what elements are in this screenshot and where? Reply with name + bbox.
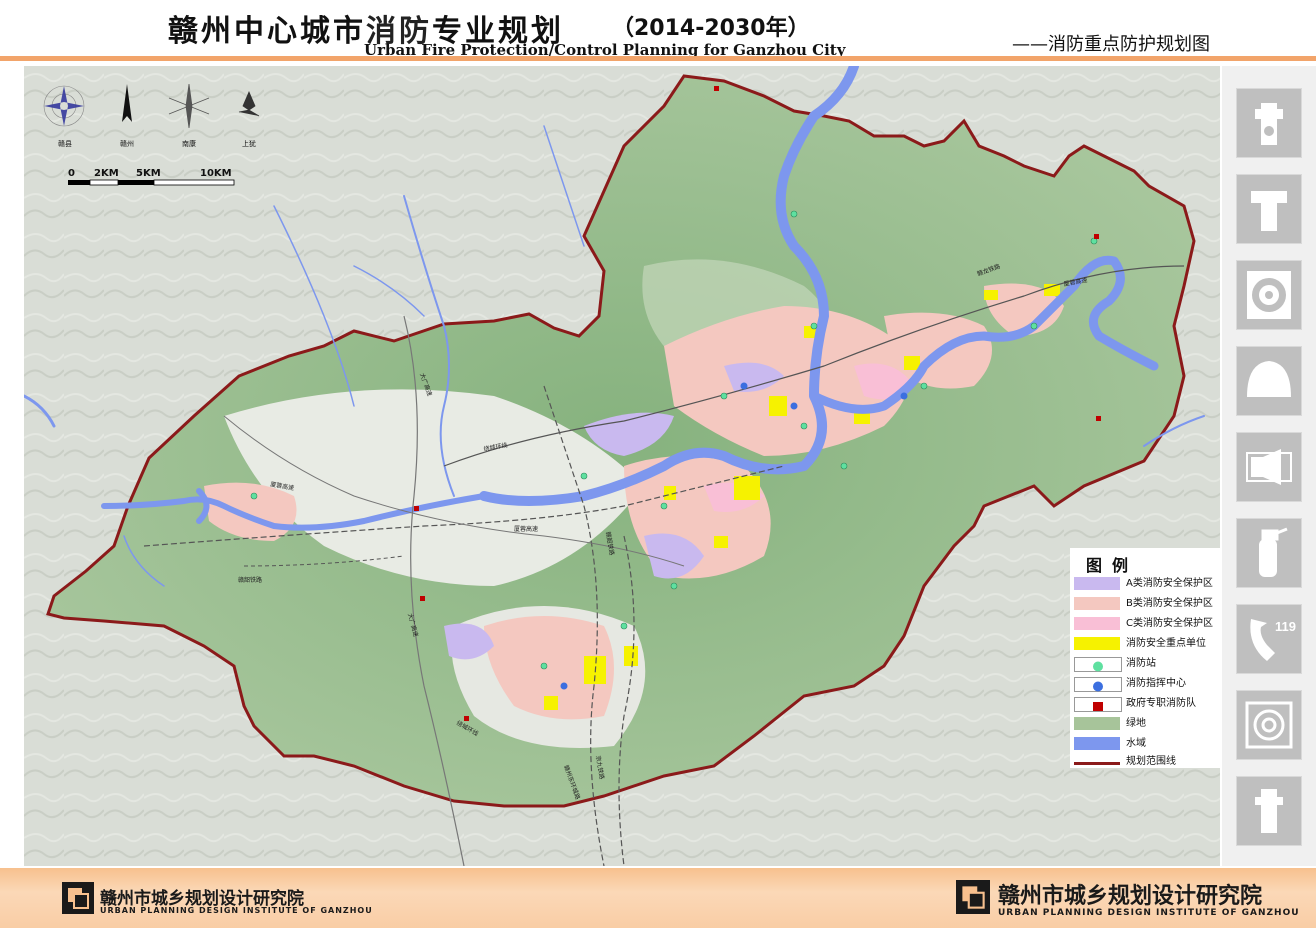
- legend-swatch: [1074, 617, 1120, 630]
- legend-swatch: [1074, 637, 1120, 650]
- legend-label: 消防指挥中心: [1126, 678, 1186, 689]
- footer-left-name-en: URBAN PLANNING DESIGN INSTITUTE OF GANZH…: [100, 906, 373, 915]
- institute-logo-icon-right: [956, 880, 990, 914]
- legend-swatch: [1074, 737, 1120, 750]
- legend-item-water: 水域: [1074, 736, 1220, 752]
- legend-item-a-zone: A类消防安全保护区: [1074, 576, 1220, 592]
- road-label: 厦蓉高速: [514, 525, 538, 533]
- legend-title: 图例: [1086, 556, 1139, 575]
- legend-item-c-zone: C类消防安全保护区: [1074, 616, 1220, 632]
- compass-label-2: 赣州: [120, 139, 134, 148]
- legend-label: 消防安全重点单位: [1126, 638, 1206, 649]
- hose-coil-icon: [1236, 690, 1302, 760]
- legend-item-command-center: 消防指挥中心: [1074, 676, 1220, 692]
- legend-label: 绿地: [1126, 718, 1146, 729]
- institute-logo-icon: [62, 882, 94, 914]
- standpipe-icon: [1236, 174, 1302, 244]
- footer-bar: 赣州市城乡规划设计研究院 URBAN PLANNING DESIGN INSTI…: [0, 868, 1316, 928]
- hose-reel-icon: [1236, 260, 1302, 330]
- legend-label: B类消防安全保护区: [1126, 598, 1213, 609]
- pillar-hydrant-icon: [1236, 776, 1302, 846]
- legend-item-key-units: 消防安全重点单位: [1074, 636, 1220, 652]
- legend-item-fire-station: 消防站: [1074, 656, 1220, 672]
- legend-label: 政府专职消防队: [1126, 698, 1196, 709]
- scale-tick-5km: 5KM: [136, 168, 161, 179]
- legend-item-boundary: 规划范围线: [1074, 754, 1220, 770]
- title-part-1: 赣州中心城市: [168, 14, 366, 49]
- legend-label: 水域: [1126, 738, 1146, 749]
- legend-swatch: [1074, 697, 1122, 712]
- header-rule: [0, 56, 1316, 61]
- legend-swatch: [1074, 577, 1120, 590]
- planning-map[interactable]: 赣县 赣州 南康 上犹 0 2KM 5KM 10KM 大广高速 大广高速 绕城环…: [24, 66, 1220, 866]
- legend-swatch: [1074, 755, 1120, 768]
- scale-tick-2km: 2KM: [94, 168, 119, 179]
- alarm-horn-icon: [1236, 432, 1302, 502]
- extinguisher-icon: [1236, 518, 1302, 588]
- fire-icon-sidebar: 119: [1222, 66, 1316, 866]
- fire-hydrant-icon: [1236, 88, 1302, 158]
- legend-item-b-zone: B类消防安全保护区: [1074, 596, 1220, 612]
- legend: 图例 A类消防安全保护区 B类消防安全保护区 C类消防安全保护区 消防安全重点单…: [1070, 548, 1220, 768]
- legend-swatch: [1074, 677, 1122, 692]
- legend-label: 消防站: [1126, 658, 1156, 669]
- scale-tick-0: 0: [68, 168, 75, 179]
- legend-item-professional-team: 政府专职消防队: [1074, 696, 1220, 712]
- road-label: 赣韶铁路: [238, 576, 262, 584]
- map-subtitle: ——消防重点防护规划图: [1012, 34, 1210, 55]
- phone-119-icon: 119: [1236, 604, 1302, 674]
- legend-item-green-space: 绿地: [1074, 716, 1220, 732]
- legend-swatch: [1074, 657, 1122, 672]
- compass-label-3: 南康: [182, 139, 196, 148]
- footer-right-name-en: URBAN PLANNING DESIGN INSTITUTE OF GANZH…: [998, 908, 1300, 918]
- helmet-icon: [1236, 346, 1302, 416]
- compass-label-4: 上犹: [242, 139, 256, 148]
- scale-tick-10km: 10KM: [200, 168, 232, 179]
- compass-label-1: 赣县: [58, 139, 72, 148]
- title-years: （2014-2030年）: [612, 16, 810, 41]
- legend-label: A类消防安全保护区: [1126, 578, 1213, 589]
- legend-label: 规划范围线: [1126, 756, 1176, 767]
- legend-swatch: [1074, 597, 1120, 610]
- phone-number: 119: [1275, 619, 1296, 634]
- legend-swatch: [1074, 717, 1120, 730]
- legend-label: C类消防安全保护区: [1126, 618, 1213, 629]
- footer-right-name: 赣州市城乡规划设计研究院: [998, 884, 1263, 909]
